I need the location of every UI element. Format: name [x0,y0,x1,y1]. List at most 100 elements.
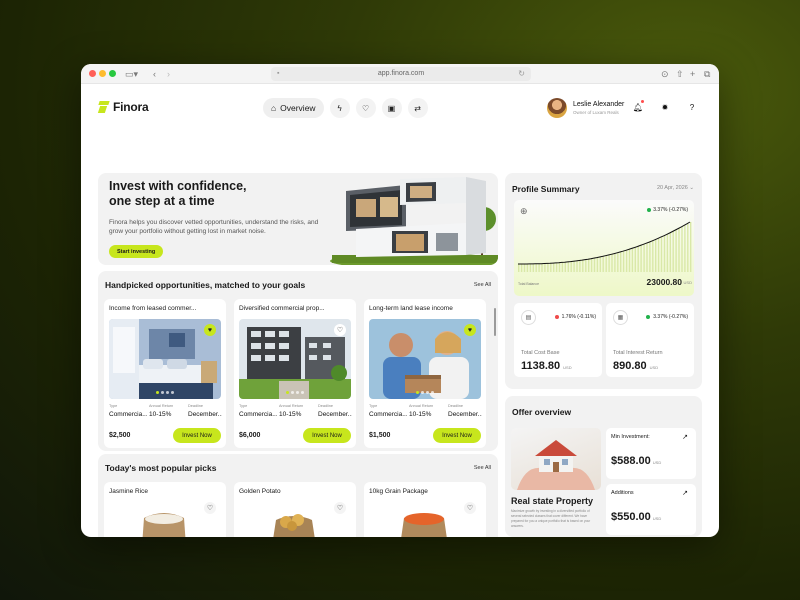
favorite-button[interactable]: ♡ [334,324,346,336]
nav-favorites[interactable]: ♡ [355,98,376,118]
chart-bar [550,263,552,272]
maximize-window-button[interactable] [109,70,116,77]
chart-bar [640,245,642,272]
invest-now-button[interactable]: Invest Now [303,428,351,443]
opportunity-card[interactable]: Income from leased commer... ♥ Type Annu… [104,299,226,448]
chart-bar [620,252,622,272]
chart-bar [544,263,546,272]
reload-icon[interactable]: ↻ [518,67,525,81]
chart-bar [657,238,660,272]
product-card[interactable]: 10kg Grain Package ♡ [364,482,486,537]
stat-value-number: 890.80 [613,360,647,372]
notification-button[interactable]: 🔔︎ [631,100,645,114]
card-title: Diversified commercial prop... [239,305,325,312]
opportunities-section: Handpicked opportunities, matched to you… [98,271,498,451]
offer-min-investment-card[interactable]: Min Investment: ↗ $588.00 USD [606,428,696,479]
stat-change: 1.76% (-0.11%) [554,314,596,320]
help-button[interactable]: ? [685,100,699,114]
image-carousel-dots[interactable] [369,391,481,394]
nav-overview[interactable]: ⌂ Overview [263,98,324,118]
address-bar[interactable]: ▪ app.finora.com ↻ [271,67,531,81]
chart-bar [622,251,625,272]
stat-change-text: 1.76% (-0.11%) [561,314,596,320]
new-tab-icon[interactable]: + [690,67,695,81]
tabs-overview-icon[interactable]: ⧉ [704,67,710,81]
chart-bar [614,253,616,272]
invest-now-button[interactable]: Invest Now [173,428,221,443]
forward-icon[interactable]: › [167,67,170,81]
deadline-value: December... [448,411,482,418]
opportunities-title: Handpicked opportunities, matched to you… [105,280,306,290]
stat-change-text: 3.37% (-0.27%) [653,314,688,320]
chart-bar [579,260,581,272]
property-image: ♡ [239,319,351,399]
brand-name: Finora [113,100,149,114]
opportunity-card[interactable]: Diversified commercial prop... ♡ Type An… [234,299,356,448]
hero-description: Finora helps you discover vetted opportu… [109,219,319,235]
offer-item-unit: USD [652,460,662,465]
sidebar-toggle-icon[interactable]: ▭▾ [125,67,138,81]
chart-bar [608,255,610,272]
nav-exchange[interactable]: ⇄ [407,98,428,118]
chart-bar [558,262,561,272]
favorite-button[interactable]: ♥ [464,324,476,336]
opportunity-card[interactable]: Long-term land lease income ♥ Type Annua… [364,299,486,448]
stat-card-cost-base[interactable]: ▤ 1.76% (-0.11%) Total Cost Base 1138.80… [514,303,602,377]
nav-wallet[interactable]: ▣ [381,98,402,118]
favorite-button[interactable]: ♡ [204,502,216,514]
arrow-up-right-icon[interactable]: ↗ [682,433,688,441]
start-investing-button[interactable]: Start investing [109,245,164,258]
popular-see-all[interactable]: See All [474,465,491,471]
image-carousel-dots[interactable] [109,391,221,394]
swap-icon: ⇄ [414,103,421,113]
chart-bar [518,264,520,272]
chart-bar [567,261,569,272]
download-icon[interactable]: ⊙ [661,67,669,81]
brand-logo[interactable]: Finora [99,100,149,114]
notification-dot [641,100,644,103]
chart-bar [538,263,540,272]
favorite-button[interactable]: ♡ [334,502,346,514]
stat-card-interest-return[interactable]: ▦ 3.37% (-0.27%) Total Interest Return 8… [606,303,694,377]
offer-additions-card[interactable]: Additions ↗ $550.00 USD [606,484,696,535]
chart-bar [526,264,529,272]
chart-bar [625,250,628,272]
nav-lightning[interactable]: ϟ [329,98,350,118]
site-info-icon[interactable]: ▪ [277,67,279,81]
favorite-button[interactable]: ♡ [464,502,476,514]
chart-bar [666,234,669,272]
favorite-button[interactable]: ♥ [204,324,216,336]
share-icon[interactable]: ⇧ [676,67,684,81]
chart-bar [588,259,590,272]
scrollbar-thumb[interactable] [494,308,496,336]
settings-button[interactable]: ✹ [658,100,672,114]
arrow-up-right-icon[interactable]: ↗ [682,489,688,497]
chevron-down-icon: ⌄ [689,185,694,191]
image-carousel-dots[interactable] [239,391,351,394]
chart-bar [570,261,572,272]
card-title: Long-term land lease income [369,305,453,312]
date-value: 20 Apr, 2026 [656,185,688,191]
date-selector[interactable]: 20 Apr, 2026 ⌄ [657,185,694,191]
chart-bar [684,225,686,272]
close-window-button[interactable] [89,70,96,77]
nav-overview-label: Overview [280,103,316,113]
product-card[interactable]: Jasmine Rice ♡ [104,482,226,537]
chart-bar [652,240,654,272]
gear-icon: ✹ [661,102,669,112]
app-header: Finora ⌂ Overview ϟ ♡ ▣ ⇄ Leslie Alexand… [81,84,719,134]
url-text: app.finora.com [377,70,425,77]
product-card[interactable]: Golden Potato ♡ [234,482,356,537]
product-name: Jasmine Rice [109,488,149,495]
opportunities-see-all[interactable]: See All [474,282,491,288]
product-name: Golden Potato [239,488,281,495]
invest-now-button[interactable]: Invest Now [433,428,481,443]
chart-bar [611,254,613,272]
back-icon[interactable]: ‹ [153,67,156,81]
chart-bar [687,223,689,272]
stat-value: 1138.80 USD [521,360,572,372]
stat-value: 890.80 USD [613,360,658,372]
user-profile[interactable]: Leslie Alexander Owner of Luxam Reals [547,98,624,118]
hero-house-illustration [330,177,498,265]
minimize-window-button[interactable] [99,70,106,77]
